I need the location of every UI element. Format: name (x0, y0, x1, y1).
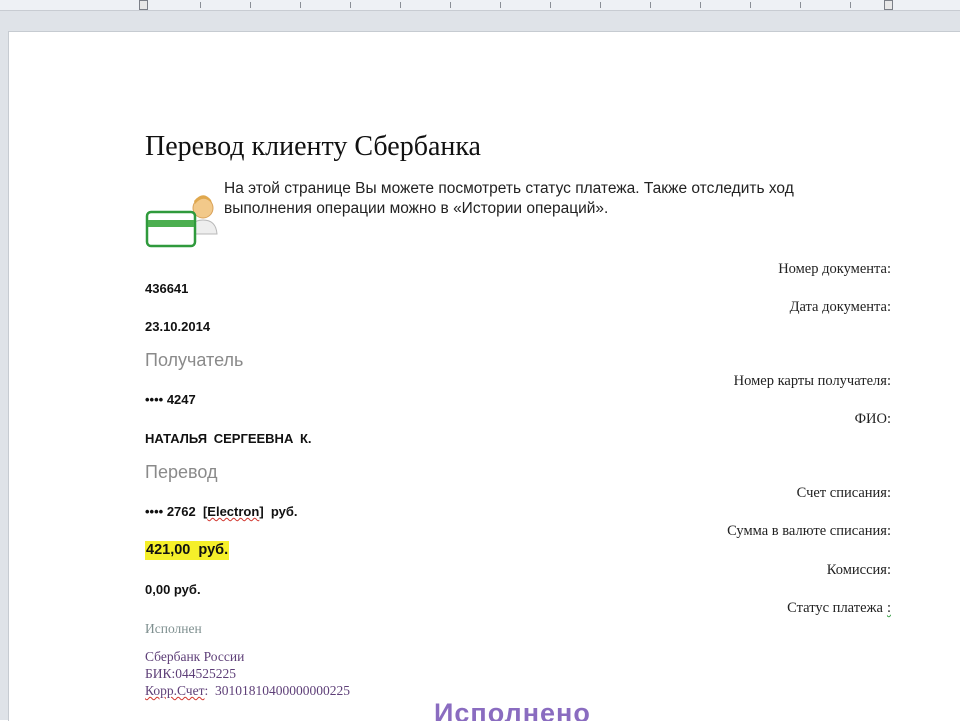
recipient-card-label: Номер карты получателя: (733, 373, 891, 389)
ruler-tick (650, 2, 651, 8)
ruler-tick (250, 2, 251, 8)
page-title: Перевод клиенту Сбербанка (145, 131, 481, 162)
ruler-tick (200, 2, 201, 8)
status-value: Исполнен (145, 621, 202, 636)
corr-account-label: Корр.Счет (145, 683, 205, 698)
ruler-tick (700, 2, 701, 8)
recipient-heading: Получатель (145, 350, 244, 370)
ruler-tick (400, 2, 401, 8)
status-label: Статус платежа: (787, 600, 891, 617)
ruler-tick (450, 2, 451, 8)
amount-value: 421,00 руб. (145, 541, 230, 560)
bank-name: Сбербанк России (145, 649, 245, 664)
ruler-tick (500, 2, 501, 8)
ruler[interactable] (0, 0, 960, 11)
ruler-tick (850, 2, 851, 8)
ruler-indent-marker[interactable] (139, 0, 148, 10)
intro-text: На этой странице Вы можете посмотреть ст… (224, 180, 794, 217)
ruler-tick (600, 2, 601, 8)
bank-bik: БИК:044525225 (145, 666, 237, 681)
card-with-person-icon (145, 190, 225, 250)
document-date-value: 23.10.2014 (145, 319, 211, 334)
recipient-name-value: НАТАЛЬЯ СЕРГЕЕВНА К. (145, 431, 312, 446)
ruler-tick (550, 2, 551, 8)
document-workspace: Перевод клиенту Сбербанка На этой страни… (0, 11, 960, 721)
card-type: Electron (207, 504, 260, 519)
document-page[interactable]: Перевод клиенту Сбербанка На этой страни… (8, 31, 960, 721)
amount-highlight: 421,00 руб. (145, 541, 230, 560)
ruler-right-indent-marker[interactable] (884, 0, 893, 10)
executed-stamp: Исполнено (434, 698, 591, 721)
document-number-label: Номер документа: (778, 261, 891, 277)
fee-value: 0,00 руб. (145, 582, 201, 597)
ruler-tick (350, 2, 351, 8)
debit-account-currency: ] руб. (259, 504, 298, 519)
bank-corr-account: Корр.Счет: 30101810400000000225 (145, 683, 350, 699)
debit-account-label: Счет списания: (796, 485, 891, 501)
transfer-heading: Перевод (145, 462, 218, 482)
document-date-label: Дата документа: (789, 299, 891, 315)
status-label-text: Статус платежа (787, 600, 883, 616)
corr-account-value: : 30101810400000000225 (204, 683, 350, 698)
amount-label: Сумма в валюте списания: (727, 523, 891, 539)
document-number-value: 436641 (145, 281, 189, 296)
fee-label: Комиссия: (826, 562, 891, 578)
ruler-tick (750, 2, 751, 8)
debit-account-value: •••• 2762 [Electron] руб. (145, 504, 298, 519)
recipient-name-label: ФИО: (854, 411, 891, 427)
ruler-tick (800, 2, 801, 8)
ruler-tick (300, 2, 301, 8)
status-label-colon: : (886, 600, 891, 616)
debit-account-number: •••• 2762 [ (145, 504, 208, 519)
recipient-card-value: •••• 4247 (145, 392, 196, 407)
